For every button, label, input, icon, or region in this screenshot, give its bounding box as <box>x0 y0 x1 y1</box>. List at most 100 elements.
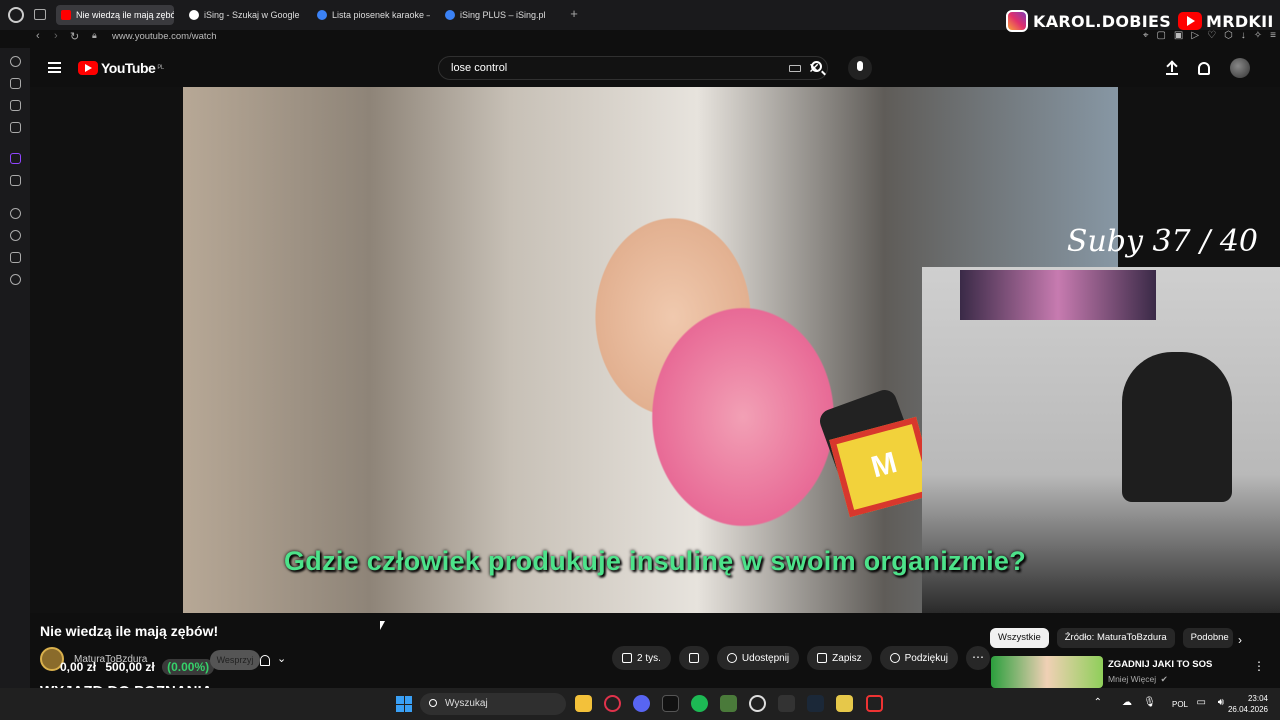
tab-ising-list[interactable]: Lista piosenek karaoke – i <box>312 5 430 25</box>
opera-logo-icon[interactable] <box>8 7 24 23</box>
recommendation-filter-chips: Wszystkie Źródło: MaturaToBzdura Podobne <box>990 628 1233 648</box>
search-icon <box>811 61 822 72</box>
youtube-icon <box>1178 12 1202 30</box>
back-icon[interactable]: ‹ <box>36 30 40 42</box>
network-icon[interactable]: ☁ <box>1122 697 1132 708</box>
messenger-icon[interactable] <box>10 122 21 133</box>
like-button[interactable]: 2 tys. <box>612 646 671 670</box>
extensions-icon[interactable] <box>10 252 21 263</box>
address-bar: ‹ › ↻ 🔒︎ www.youtube.com/watch ⌖ ▢ ▣ ▷ ♡… <box>28 30 1280 44</box>
steam-icon[interactable] <box>807 695 824 712</box>
extensions-icon[interactable]: ⬡ <box>1224 30 1233 41</box>
search-button[interactable] <box>800 56 834 80</box>
browser-sidebar <box>0 48 30 688</box>
voice-search-icon[interactable] <box>848 56 872 80</box>
url-field[interactable]: www.youtube.com/watch <box>112 31 217 42</box>
chip-similar[interactable]: Podobne <box>1182 628 1233 648</box>
reload-icon[interactable]: ↻ <box>70 30 79 43</box>
settings-icon[interactable] <box>10 274 21 285</box>
save-button[interactable]: Zapisz <box>807 646 872 670</box>
mic-icon[interactable]: 🎙︎ <box>1143 697 1156 708</box>
pin-icon[interactable]: ⌖ <box>1143 30 1149 41</box>
chevron-up-icon[interactable]: ⌃ <box>1094 697 1102 708</box>
layout-icon[interactable]: ▣ <box>1174 30 1183 41</box>
ising-favicon-icon <box>445 10 455 20</box>
workspace-icon[interactable] <box>10 78 21 89</box>
tab-google[interactable]: iSing - Szukaj w Google <box>184 5 304 25</box>
thanks-button[interactable]: Podziękuj <box>879 646 958 670</box>
dislike-button[interactable] <box>678 646 709 670</box>
search-input[interactable]: lose control <box>451 62 507 74</box>
windows-taskbar: Wyszukaj ⌃ ☁ 🎙︎ POL ▭ 🔊︎ 23:04 26.04.202… <box>0 688 1280 720</box>
opera-icon[interactable] <box>604 695 621 712</box>
play-icon[interactable]: ▷ <box>1191 30 1199 41</box>
tab-youtube[interactable]: Nie wiedzą ile mają zębów! <box>56 5 174 25</box>
heart-icon[interactable]: ♡ <box>1207 30 1216 41</box>
new-tab-button[interactable]: + <box>568 7 580 20</box>
volume-icon[interactable]: 🔊︎ <box>1218 697 1224 708</box>
video-icon[interactable] <box>10 100 21 111</box>
chevron-right-icon[interactable]: › <box>1238 633 1242 647</box>
snapshot-icon[interactable]: ▢ <box>1156 30 1165 41</box>
forward-icon[interactable]: › <box>54 30 58 42</box>
notes-icon[interactable] <box>836 695 853 712</box>
download-icon[interactable]: ↓ <box>1241 30 1246 41</box>
minecraft-icon[interactable] <box>720 695 737 712</box>
display-icon[interactable]: ▭ <box>1197 697 1206 708</box>
video-thumbnail[interactable] <box>991 656 1103 688</box>
avatar[interactable] <box>1230 58 1250 78</box>
windows-start-icon[interactable] <box>396 696 412 712</box>
donation-ticker: 0,00 zł 500,00 zł (0.00%) <box>60 659 215 675</box>
menu-icon[interactable]: ≡ <box>1270 30 1276 41</box>
more-options-icon[interactable]: ⋯ <box>965 646 990 670</box>
google-favicon-icon <box>189 10 199 20</box>
thumbs-up-icon <box>622 653 632 663</box>
language-indicator[interactable]: POL <box>1172 700 1188 709</box>
streamer-image <box>1122 352 1232 502</box>
mouse-cursor-icon <box>380 621 385 630</box>
extension-icons: ⌖ ▢ ▣ ▷ ♡ ⬡ ↓ ✧ ≡ <box>1143 30 1276 41</box>
chip-all[interactable]: Wszystkie <box>990 628 1049 648</box>
tab-ising-plus[interactable]: iSing PLUS – iSing.pl <box>440 5 558 25</box>
twitch-icon[interactable] <box>10 153 21 164</box>
kebab-menu-icon[interactable]: ⋮ <box>1253 659 1265 673</box>
ising-favicon-icon <box>317 10 327 20</box>
tab-label: Lista piosenek karaoke – i <box>332 10 430 20</box>
file-explorer-icon[interactable] <box>575 695 592 712</box>
tab-label: Nie wiedzą ile mają zębów! <box>76 10 174 20</box>
video-actions: 2 tys. Udostępnij Zapisz Podziękuj ⋯ <box>612 646 990 670</box>
verified-icon: ✔ <box>1160 674 1168 684</box>
bookmark-icon <box>817 653 828 663</box>
subscriber-goal-overlay: Suby 37 / 40 <box>1066 224 1258 259</box>
g-hub-icon[interactable] <box>778 695 795 712</box>
tab-label: iSing - Szukaj w Google <box>204 10 300 20</box>
video-player[interactable]: Suby 37 / 40 Gdzie człowiek produkuje in… <box>30 87 1280 613</box>
share-button[interactable]: Udostępnij <box>716 646 800 670</box>
hamburger-menu-icon[interactable] <box>48 62 61 73</box>
spotify-icon[interactable] <box>691 695 708 712</box>
app-icon[interactable] <box>749 695 766 712</box>
upload-icon[interactable] <box>1166 61 1178 75</box>
obs-icon[interactable] <box>662 695 679 712</box>
recommended-title[interactable]: ZGADNIJ JAKI TO SOS <box>1108 659 1212 670</box>
search-box[interactable]: lose control ✕ <box>438 56 828 80</box>
clock-date[interactable]: 26.04.2026 <box>1228 705 1268 714</box>
player-icon[interactable] <box>10 208 21 219</box>
taskbar-search[interactable]: Wyszukaj <box>420 693 566 715</box>
tab-overview-icon[interactable] <box>34 9 46 20</box>
history-icon[interactable] <box>10 56 21 67</box>
subscription-bell-icon[interactable]: ⌄ <box>254 651 294 671</box>
discord-icon[interactable] <box>633 695 650 712</box>
chip-source[interactable]: Źródło: MaturaToBzdura <box>1056 628 1175 648</box>
thumbs-down-icon <box>688 653 699 663</box>
recommended-channel: Mniej Więcej ✔ <box>1108 674 1168 684</box>
clock-time[interactable]: 23:04 <box>1248 694 1268 703</box>
ai-icon[interactable]: ✧ <box>1254 30 1262 41</box>
support-button[interactable]: Wesprzyj <box>210 650 260 670</box>
lock-icon: 🔒︎ <box>92 30 97 40</box>
x-icon[interactable] <box>10 175 21 186</box>
shield-icon[interactable] <box>866 695 883 712</box>
notifications-icon[interactable] <box>1198 61 1210 75</box>
youtube-logo[interactable]: YouTube PL <box>78 60 164 76</box>
clock-icon[interactable] <box>10 230 21 241</box>
